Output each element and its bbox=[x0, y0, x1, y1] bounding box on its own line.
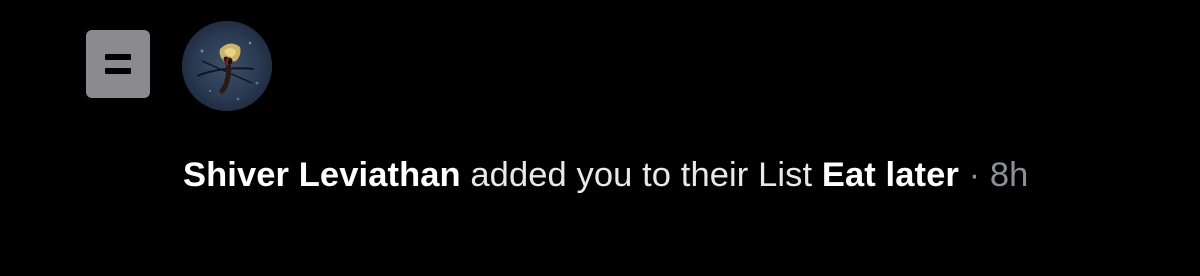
list-icon-bar-top bbox=[105, 54, 131, 60]
notification-item[interactable]: Shiver Leviathan added you to their List… bbox=[0, 0, 1200, 276]
list-icon-bar-bottom bbox=[105, 68, 131, 74]
avatar-image bbox=[182, 21, 272, 111]
list-name-link[interactable]: Eat later bbox=[822, 156, 959, 194]
avatar[interactable] bbox=[182, 21, 272, 111]
action-text: added you to their List bbox=[460, 156, 822, 194]
list-icon bbox=[86, 30, 150, 98]
separator-dot: · bbox=[958, 156, 990, 194]
actor-name-link[interactable]: Shiver Leviathan bbox=[183, 156, 461, 194]
notification-text: Shiver Leviathan added you to their List… bbox=[183, 152, 1083, 199]
timestamp: 8h bbox=[989, 156, 1029, 194]
